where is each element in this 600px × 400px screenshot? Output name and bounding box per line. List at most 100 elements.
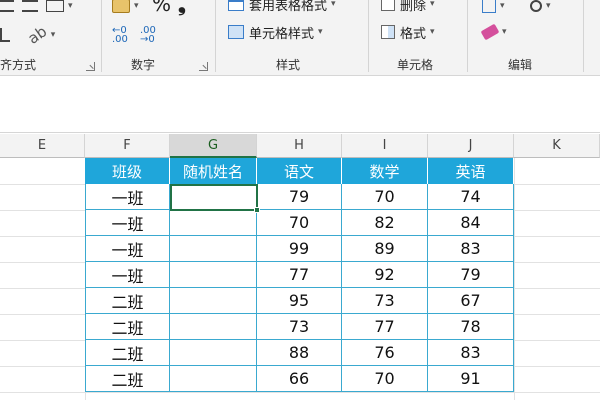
chevron-down-icon[interactable]: ▾ xyxy=(51,30,56,40)
cell-random-name[interactable] xyxy=(170,314,257,340)
currency-format-icon[interactable]: ▾ xyxy=(112,0,139,17)
comma-style-button[interactable]: ❟ xyxy=(178,0,186,16)
group-divider xyxy=(368,0,369,72)
find-select-icon[interactable]: ▾ xyxy=(530,0,551,17)
cell-chinese[interactable]: 77 xyxy=(257,262,342,288)
cell-random-name[interactable] xyxy=(170,210,257,236)
cell-random-name[interactable] xyxy=(170,236,257,262)
cell-chinese[interactable]: 79 xyxy=(257,184,342,210)
cell-style-icon xyxy=(228,25,244,39)
table-icon xyxy=(228,0,244,11)
column-header-e[interactable]: E xyxy=(0,134,85,158)
cell-chinese[interactable]: 99 xyxy=(257,236,342,262)
cell-chinese[interactable]: 95 xyxy=(257,288,342,314)
active-cell-selection[interactable] xyxy=(170,184,258,211)
chevron-down-icon[interactable]: ▾ xyxy=(318,27,323,37)
cell-math[interactable]: 77 xyxy=(342,314,428,340)
cell-math[interactable]: 82 xyxy=(342,210,428,236)
cell-english[interactable]: 83 xyxy=(428,236,514,262)
spreadsheet-grid[interactable]: E F G H I J K 班级 随机姓名 语文 数学 英语 一班 79 70 74 一… xyxy=(0,134,600,400)
cell-english[interactable]: 78 xyxy=(428,314,514,340)
table-header-class[interactable]: 班级 xyxy=(85,158,170,184)
cell-class[interactable]: 二班 xyxy=(85,314,170,340)
align-left-icon[interactable] xyxy=(0,0,14,17)
column-header-i[interactable]: I xyxy=(342,134,428,158)
fill-down-icon[interactable]: ▾ xyxy=(482,0,505,17)
format-as-table-label: 套用表格格式 xyxy=(249,0,328,14)
cell-class[interactable]: 二班 xyxy=(85,288,170,314)
chevron-down-icon[interactable]: ▾ xyxy=(430,27,435,37)
cell-english[interactable]: 84 xyxy=(428,210,514,236)
table-header-random-name[interactable]: 随机姓名 xyxy=(170,158,257,184)
table-header-english[interactable]: 英语 xyxy=(428,158,514,184)
cell-math[interactable]: 76 xyxy=(342,340,428,366)
alignment-launcher-icon[interactable] xyxy=(86,62,95,71)
cell-math[interactable]: 73 xyxy=(342,288,428,314)
cell-random-name[interactable] xyxy=(170,288,257,314)
group-label-editing: 编辑 xyxy=(508,58,533,72)
number-launcher-icon[interactable] xyxy=(199,62,208,71)
fill-handle[interactable] xyxy=(254,207,260,213)
group-divider xyxy=(215,0,216,72)
column-header-k[interactable]: K xyxy=(514,134,600,158)
delete-label: 删除 xyxy=(400,0,427,14)
clear-eraser-icon[interactable]: ▾ xyxy=(480,21,507,43)
group-divider xyxy=(467,0,468,72)
cell-math[interactable]: 70 xyxy=(342,184,428,210)
cell-random-name[interactable] xyxy=(170,262,257,288)
group-divider xyxy=(101,0,102,72)
cell-english[interactable]: 79 xyxy=(428,262,514,288)
cell-math[interactable]: 89 xyxy=(342,236,428,262)
cell-english[interactable]: 67 xyxy=(428,288,514,314)
cell-class[interactable]: 一班 xyxy=(85,236,170,262)
group-label-styles: 样式 xyxy=(276,58,301,72)
increase-decimal-icon[interactable]: ←0.00 xyxy=(112,24,128,46)
cell-chinese[interactable]: 66 xyxy=(257,366,342,392)
group-label-alignment: 齐方式 xyxy=(0,58,37,72)
chevron-down-icon[interactable]: ▾ xyxy=(430,0,435,9)
gridline xyxy=(514,158,515,400)
chevron-down-icon[interactable]: ▾ xyxy=(500,1,505,11)
column-header-j[interactable]: J xyxy=(428,134,514,158)
orientation-icon[interactable]: ab ▾ xyxy=(25,22,56,47)
cell-english[interactable]: 74 xyxy=(428,184,514,210)
table-header-math[interactable]: 数学 xyxy=(342,158,428,184)
chevron-down-icon[interactable]: ▾ xyxy=(134,1,139,11)
cell-class[interactable]: 一班 xyxy=(85,262,170,288)
decrease-decimal-icon[interactable]: .00 →0 xyxy=(140,24,156,46)
cell-class[interactable]: 一班 xyxy=(85,184,170,210)
format-as-table-button[interactable]: 套用表格格式 ▾ xyxy=(228,0,336,15)
group-label-number: 数字 xyxy=(131,58,156,72)
cell-class[interactable]: 二班 xyxy=(85,340,170,366)
cell-styles-button[interactable]: 单元格样式 ▾ xyxy=(228,21,323,43)
table-header-chinese[interactable]: 语文 xyxy=(257,158,342,184)
format-icon xyxy=(381,25,395,39)
cell-random-name[interactable] xyxy=(170,340,257,366)
cell-math[interactable]: 70 xyxy=(342,366,428,392)
cell-chinese[interactable]: 73 xyxy=(257,314,342,340)
column-header-h[interactable]: H xyxy=(257,134,342,158)
chevron-down-icon[interactable]: ▾ xyxy=(502,27,507,37)
cell-english[interactable]: 91 xyxy=(428,366,514,392)
cell-math[interactable]: 92 xyxy=(342,262,428,288)
chevron-down-icon[interactable]: ▾ xyxy=(68,1,73,11)
delete-cells-button[interactable]: 删除 ▾ xyxy=(381,0,435,15)
cell-class[interactable]: 一班 xyxy=(85,210,170,236)
cell-class[interactable]: 二班 xyxy=(85,366,170,392)
align-lines-icon[interactable] xyxy=(22,0,38,17)
percent-button[interactable]: % xyxy=(152,0,171,16)
column-header-g[interactable]: G xyxy=(170,134,257,158)
gridline xyxy=(0,392,600,393)
chevron-down-icon[interactable]: ▾ xyxy=(546,1,551,11)
delete-icon xyxy=(381,0,395,11)
cell-styles-label: 单元格样式 xyxy=(249,26,315,42)
cell-chinese[interactable]: 70 xyxy=(257,210,342,236)
chevron-down-icon[interactable]: ▾ xyxy=(331,0,336,9)
cell-english[interactable]: 83 xyxy=(428,340,514,366)
column-header-f[interactable]: F xyxy=(85,134,170,158)
indent-icon[interactable] xyxy=(0,24,10,46)
cell-chinese[interactable]: 88 xyxy=(257,340,342,366)
cell-random-name[interactable] xyxy=(170,366,257,392)
merge-center-icon[interactable]: ▾ xyxy=(46,0,73,17)
format-cells-button[interactable]: 格式 ▾ xyxy=(381,21,435,43)
